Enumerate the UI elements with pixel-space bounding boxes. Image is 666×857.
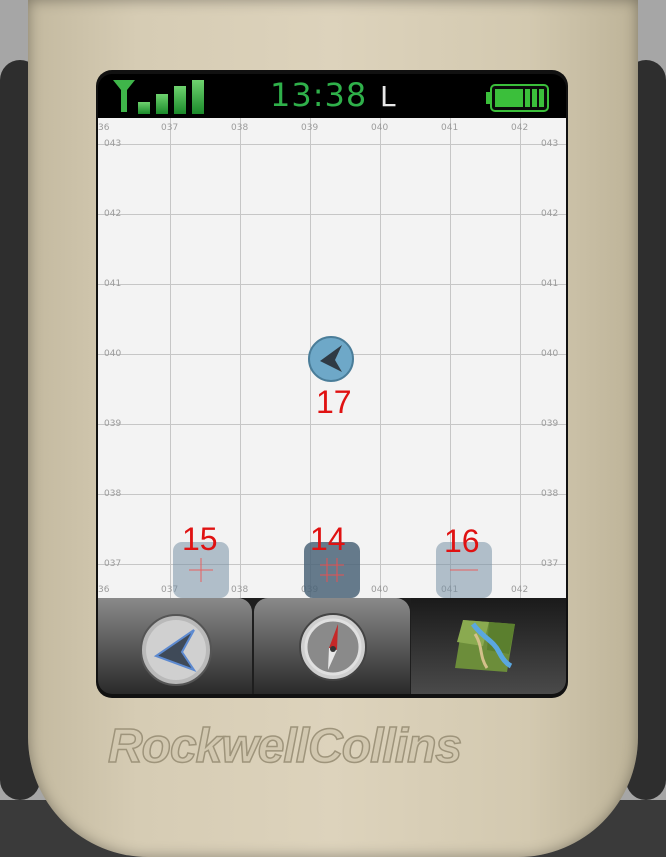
map-icon bbox=[455, 620, 515, 672]
battery-full-icon bbox=[486, 84, 549, 112]
crosshair-button-label: 15 bbox=[182, 521, 218, 557]
right-tick: 043 bbox=[541, 139, 559, 149]
right-tick: 042 bbox=[541, 209, 559, 219]
top-tick: 037 bbox=[161, 123, 179, 133]
right-tick: 037 bbox=[541, 559, 559, 569]
left-tick: 037 bbox=[104, 559, 122, 569]
bottom-nav bbox=[98, 598, 566, 694]
top-tick: 038 bbox=[231, 123, 249, 133]
grid-button-label: 14 bbox=[310, 521, 346, 557]
device: 13:38 L 36 037 038 039 040 041 042 043 0… bbox=[0, 0, 666, 857]
left-tick: 041 bbox=[104, 279, 122, 289]
top-tick: 042 bbox=[511, 123, 529, 133]
left-tick: 042 bbox=[104, 209, 122, 219]
bottom-tick: 038 bbox=[231, 585, 249, 595]
clock-time: 13:38 bbox=[270, 76, 368, 114]
top-tick: 039 bbox=[301, 123, 319, 133]
bottom-tick: 042 bbox=[511, 585, 529, 595]
compass-icon bbox=[299, 613, 367, 681]
signal-strength-icon bbox=[112, 78, 212, 116]
clock-mode: L bbox=[380, 80, 396, 113]
right-tick: 040 bbox=[541, 349, 559, 359]
status-bar: 13:38 L bbox=[98, 74, 566, 118]
map-view[interactable]: 36 037 038 039 040 041 042 043 042 041 0… bbox=[98, 118, 566, 598]
right-tick: 041 bbox=[541, 279, 559, 289]
marker-label: 17 bbox=[316, 384, 352, 420]
left-tick: 043 bbox=[104, 139, 122, 149]
top-tick: 040 bbox=[371, 123, 389, 133]
right-tick: 039 bbox=[541, 419, 559, 429]
brand-logo: RockwellCollins bbox=[104, 718, 554, 774]
top-tick: 36 bbox=[98, 123, 110, 133]
antenna-icon bbox=[113, 80, 135, 112]
left-tick: 038 bbox=[104, 489, 122, 499]
navigation-arrow-icon bbox=[140, 614, 212, 686]
compass-tab[interactable] bbox=[254, 598, 410, 694]
line-button-label: 16 bbox=[444, 523, 480, 559]
brand-text: RockwellCollins bbox=[108, 720, 461, 773]
bottom-tick: 040 bbox=[371, 585, 389, 595]
top-tick: 041 bbox=[441, 123, 459, 133]
left-tick: 039 bbox=[104, 419, 122, 429]
right-tick: 038 bbox=[541, 489, 559, 499]
navigation-tab[interactable] bbox=[98, 598, 252, 694]
left-tick: 040 bbox=[104, 349, 122, 359]
map-tab[interactable] bbox=[411, 598, 566, 694]
position-arrow-icon[interactable] bbox=[308, 336, 354, 382]
bottom-tick: 36 bbox=[98, 585, 110, 595]
